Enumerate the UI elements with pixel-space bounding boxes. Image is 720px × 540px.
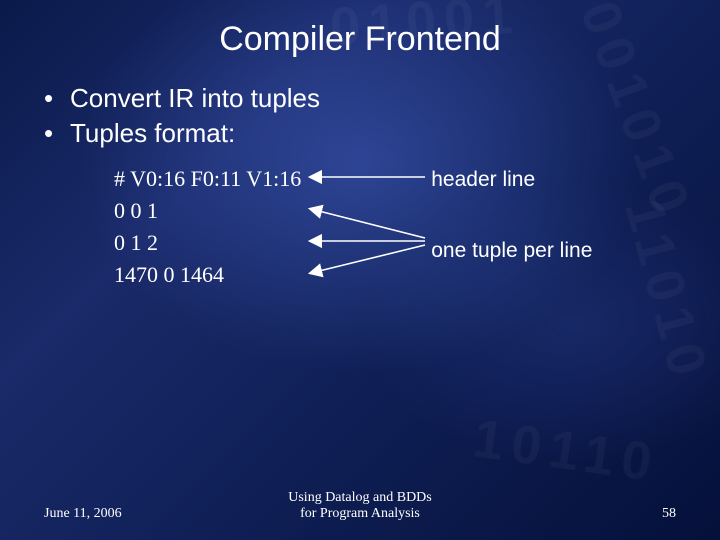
content-row: # V0:16 F0:11 V1:16 0 0 1 0 1 2 1470 0 1… (114, 163, 676, 291)
code-line: 1470 0 1464 (114, 259, 301, 291)
code-line-header: # V0:16 F0:11 V1:16 (114, 163, 301, 195)
footer: June 11, 2006 Using Datalog and BDDs for… (44, 490, 676, 522)
bullet-item: Tuples format: (44, 118, 676, 149)
footer-subject-text: Using Datalog and BDDs for Program Analy… (288, 490, 432, 522)
bullet-list: Convert IR into tuples Tuples format: (44, 83, 676, 149)
label-column: header line one tuple per line (431, 163, 592, 222)
code-block: # V0:16 F0:11 V1:16 0 0 1 0 1 2 1470 0 1… (114, 163, 301, 291)
bullet-item: Convert IR into tuples (44, 83, 676, 114)
footer-date: June 11, 2006 (44, 506, 164, 522)
label-tuple-line: one tuple per line (431, 236, 592, 265)
footer-subject: Using Datalog and BDDs for Program Analy… (164, 490, 556, 522)
code-line: 0 0 1 (114, 195, 301, 227)
slide-title: Compiler Frontend (44, 20, 676, 59)
code-line: 0 1 2 (114, 227, 301, 259)
label-header-line: header line (431, 165, 592, 194)
footer-page-number: 58 (556, 506, 676, 522)
slide: Compiler Frontend Convert IR into tuples… (0, 0, 720, 540)
